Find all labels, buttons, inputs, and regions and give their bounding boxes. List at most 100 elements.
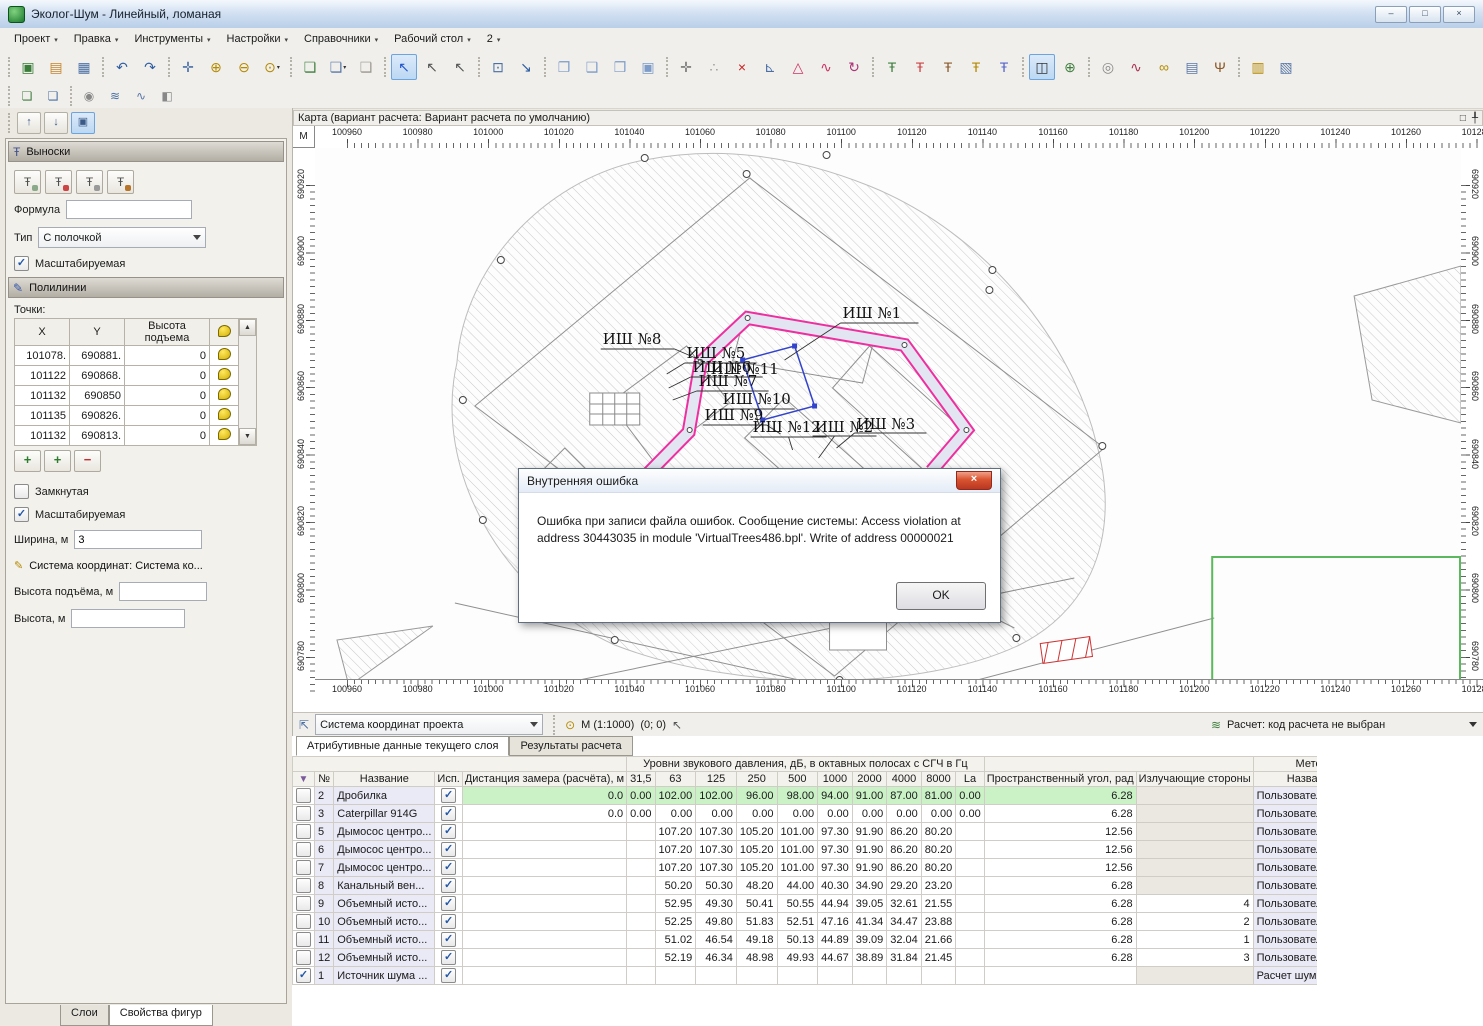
la-header[interactable]: La [956,772,984,787]
source-name-cell[interactable]: Дымосос центро... [334,841,435,859]
value-cell[interactable]: 96.00 [736,787,777,805]
toggle-properties-button[interactable]: ▣ [71,112,95,134]
value-cell[interactable] [852,967,887,985]
use-checkbox[interactable]: ✓ [441,914,456,929]
value-cell[interactable] [462,877,626,895]
point-cell[interactable]: 690881. [70,346,125,366]
value-cell[interactable]: 0.00 [696,805,737,823]
value-cell[interactable]: 98.00 [777,787,818,805]
band-header-4[interactable]: 500 [777,772,818,787]
insert-point-button[interactable]: + [44,450,71,472]
method-cell[interactable]: Пользовательский ... [1253,823,1317,841]
sides-cell[interactable] [1136,877,1253,895]
value-cell[interactable]: 0.00 [627,805,655,823]
point-picker-button[interactable] [210,386,239,406]
value-cell[interactable]: 0.00 [956,805,984,823]
row-select-checkbox[interactable]: ✓ [296,860,311,875]
use-cell[interactable]: ✓ [435,823,462,841]
value-cell[interactable] [627,931,655,949]
select-add-button[interactable]: ↖ [419,54,445,80]
row-number-cell[interactable]: 1 [315,967,334,985]
width-input[interactable] [74,530,202,549]
menu-item-5[interactable]: Рабочий стол [386,31,479,48]
value-cell[interactable] [956,823,984,841]
edit-curve-button[interactable]: ∿ [813,54,839,80]
value-cell[interactable]: 107.20 [655,841,696,859]
method-cell[interactable]: Расчет шума от тра... [1253,967,1317,985]
use-cell[interactable]: ✓ [435,841,462,859]
source-name-cell[interactable]: Дымосос центро... [334,859,435,877]
use-header[interactable]: Исп. [435,772,462,787]
sides-cell[interactable]: 4 [1136,895,1253,913]
value-cell[interactable]: 50.55 [777,895,818,913]
num-header[interactable]: № [315,772,334,787]
method-cell[interactable]: Пользовательский ... [1253,931,1317,949]
ungroup-objects-button[interactable]: ▣ [635,54,661,80]
value-cell[interactable]: 31.84 [887,949,922,967]
value-cell[interactable]: 50.20 [655,877,696,895]
undo-button[interactable]: ↶ [109,54,135,80]
point-cell[interactable]: 101132 [15,386,70,406]
zoom-out-button[interactable]: ⊖ [231,54,257,80]
value-cell[interactable]: 102.00 [655,787,696,805]
value-cell[interactable] [956,859,984,877]
value-cell[interactable]: 38.89 [852,949,887,967]
value-cell[interactable]: 101.00 [777,823,818,841]
edit-area-button[interactable]: ⊾ [757,54,783,80]
value-cell[interactable] [956,949,984,967]
value-cell[interactable]: 105.20 [736,841,777,859]
row-select-checkbox[interactable]: ✓ [296,878,311,893]
row-select-cell[interactable]: ✓ [293,895,315,913]
row-number-cell[interactable]: 9 [315,895,334,913]
value-cell[interactable] [696,967,737,985]
save-button[interactable]: ▦ [71,54,97,80]
value-cell[interactable]: 0.0 [462,787,626,805]
value-cell[interactable]: 97.30 [818,823,853,841]
value-cell[interactable]: 48.20 [736,877,777,895]
value-cell[interactable] [627,841,655,859]
row-select-cell[interactable]: ✓ [293,805,315,823]
points-scrollbar[interactable]: ▲ ▼ [239,318,257,446]
close-button[interactable]: × [1443,6,1475,23]
value-cell[interactable]: 0.00 [736,805,777,823]
formula-input[interactable] [66,200,192,219]
sides-header[interactable]: Излучающие стороны [1136,772,1253,787]
point-picker-button[interactable] [210,366,239,386]
angle-cell[interactable]: 6.28 [984,805,1136,823]
value-cell[interactable]: 107.20 [655,823,696,841]
angle-cell[interactable]: 6.28 [984,913,1136,931]
use-checkbox[interactable]: ✓ [441,896,456,911]
angle-cell[interactable]: 12.56 [984,859,1136,877]
select-new-button[interactable]: ⊡ [485,54,511,80]
value-cell[interactable] [818,967,853,985]
value-cell[interactable] [627,877,655,895]
method-cell[interactable]: Пользовательский ... [1253,949,1317,967]
method-cell[interactable]: Пользовательский ... [1253,787,1317,805]
value-cell[interactable]: 44.94 [818,895,853,913]
value-cell[interactable]: 0.00 [887,805,922,823]
point-cell[interactable]: 101078. [15,346,70,366]
use-cell[interactable]: ✓ [435,949,462,967]
layer-select-button[interactable]: ❏ [353,54,379,80]
source-name-cell[interactable]: Объемный исто... [334,895,435,913]
value-cell[interactable]: 51.83 [736,913,777,931]
value-cell[interactable]: 0.00 [777,805,818,823]
remove-point-button[interactable]: − [74,450,101,472]
value-cell[interactable]: 97.30 [818,859,853,877]
source-name-cell[interactable]: Источник шума ... [334,967,435,985]
value-cell[interactable]: 46.34 [696,949,737,967]
row-select-cell[interactable]: ✓ [293,841,315,859]
angle-cell[interactable]: 6.28 [984,895,1136,913]
polyline-scalable-checkbox[interactable]: ✓ [14,507,29,522]
method-header[interactable]: Название [1253,772,1317,787]
value-cell[interactable]: 86.20 [887,823,922,841]
value-cell[interactable]: 87.00 [887,787,922,805]
angle-cell[interactable]: 12.56 [984,841,1136,859]
row-number-cell[interactable]: 7 [315,859,334,877]
edit-polygon-button[interactable]: △ [785,54,811,80]
value-cell[interactable]: 32.04 [887,931,922,949]
callout-style-b-button[interactable]: Ŧ [107,170,134,194]
callout-style-a-button[interactable]: Ŧ [76,170,103,194]
value-cell[interactable] [627,823,655,841]
value-cell[interactable] [627,913,655,931]
